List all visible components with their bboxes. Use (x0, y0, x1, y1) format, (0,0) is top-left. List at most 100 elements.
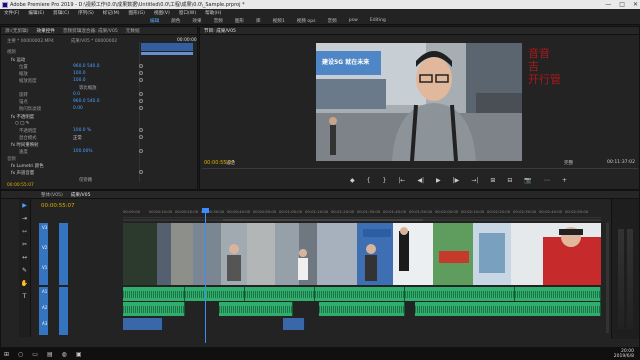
menu-file[interactable]: 文件(F) (4, 10, 19, 16)
track-select-tool-icon[interactable]: ⇥ (22, 215, 27, 222)
reset-icon[interactable] (139, 106, 143, 110)
button-editor-icon[interactable]: + (562, 177, 567, 184)
menu-marker[interactable]: 标记(M) (103, 10, 120, 16)
play-icon[interactable]: ▶ (436, 177, 441, 184)
tab-sequence-v05[interactable]: 成果/V05 (71, 192, 91, 198)
more-icon[interactable]: ⋯ (544, 177, 550, 184)
browser-icon[interactable]: ◍ (62, 351, 67, 358)
audio-clip[interactable] (123, 302, 185, 316)
workspace-psw[interactable]: psw (349, 18, 358, 23)
tab-sequence-overall[interactable]: 整体(V05) (41, 192, 63, 198)
workspace-audio[interactable]: 音频 (214, 18, 223, 24)
step-forward-icon[interactable]: |▶ (453, 177, 460, 184)
clip-bar[interactable] (141, 43, 193, 51)
tab-metadata[interactable]: 元数据 (126, 28, 140, 34)
menu-window[interactable]: 窗口(W) (179, 10, 196, 16)
ec-row-label[interactable]: fx 时间重映射 (11, 142, 39, 148)
workspace-color[interactable]: 颜色 (171, 18, 180, 24)
reset-icon[interactable] (139, 78, 143, 82)
audio-clip[interactable] (315, 287, 405, 301)
menu-help[interactable]: 帮助(H) (205, 10, 221, 16)
menu-view[interactable]: 视图(V) (154, 10, 170, 16)
audio-clip[interactable] (283, 318, 305, 330)
workspace-video1[interactable]: 视频1 (273, 18, 285, 24)
slip-tool-icon[interactable]: ↔ (22, 254, 27, 261)
ec-blend-mode-select[interactable]: 正常 (73, 135, 82, 141)
workspace-edit[interactable]: 编辑 (150, 18, 159, 24)
timeline-scrollbar[interactable] (606, 223, 609, 333)
ec-row-label[interactable]: fx Lumetri 颜色 (11, 163, 44, 169)
export-frame-icon[interactable]: 📷 (524, 177, 531, 184)
tab-program[interactable]: 节目: 成果/V05 (204, 28, 236, 34)
tab-audio-mixer[interactable]: 音频剪辑混合器: 成果/V05 (63, 28, 118, 34)
reset-icon[interactable] (139, 71, 143, 75)
extract-icon[interactable]: ⊟ (507, 177, 512, 184)
premiere-taskbar-icon[interactable]: ▣ (76, 351, 82, 358)
hand-tool-icon[interactable]: ✋ (21, 280, 28, 287)
reset-icon[interactable] (139, 99, 143, 103)
playhead[interactable] (202, 208, 209, 343)
ec-position-value[interactable]: 960.0 540.0 (73, 64, 100, 69)
ec-scale-width-value[interactable]: 100.0 (73, 78, 86, 83)
audio-clip[interactable] (123, 318, 163, 330)
fit-select[interactable]: 适合 (226, 160, 235, 166)
pen-tool-icon[interactable]: ✎ (22, 267, 27, 274)
ec-bypass-checkbox[interactable]: 仅旁路 (79, 177, 92, 183)
mask-tools-icon[interactable]: ○ □ ✎ (15, 121, 29, 126)
quality-select[interactable]: 完整 (564, 160, 573, 166)
go-to-in-icon[interactable]: |← (398, 177, 405, 184)
audio-clip[interactable] (245, 287, 315, 301)
close-button[interactable]: ✕ (633, 1, 638, 8)
menu-graphics[interactable]: 图形(G) (129, 10, 145, 16)
workspace-video-ops[interactable]: 视频 ops (297, 18, 316, 24)
audio-clip[interactable] (515, 287, 601, 301)
audio-clip[interactable] (123, 287, 185, 301)
workspace-graphics[interactable]: 图形 (235, 18, 244, 24)
audio-clip[interactable] (405, 287, 515, 301)
ec-scale-value[interactable]: 100.0 (73, 71, 86, 76)
explorer-icon[interactable]: ▤ (47, 351, 53, 358)
tab-effect-controls[interactable]: 效果控件 (37, 28, 55, 34)
workspace-effects[interactable]: 效果 (192, 18, 201, 24)
ripple-edit-tool-icon[interactable]: ⇿ (22, 228, 27, 235)
track-target-v[interactable] (39, 223, 48, 285)
workspace-editing[interactable]: Editing (370, 18, 386, 23)
audio-clip[interactable] (219, 302, 293, 316)
video-frame[interactable]: 建设5G 就在未来 (316, 43, 522, 161)
type-tool-icon[interactable]: T (23, 293, 27, 300)
windows-start-icon[interactable]: ⊞ (4, 351, 9, 358)
ec-row-label[interactable]: fx 声道音量 (11, 170, 34, 176)
minimize-button[interactable]: — (605, 1, 611, 8)
audio-clip[interactable] (319, 302, 405, 316)
razor-tool-icon[interactable]: ✂ (22, 241, 27, 248)
track-source-v[interactable] (59, 223, 68, 285)
track-target-a[interactable] (39, 287, 48, 335)
audio-clip[interactable] (415, 302, 601, 316)
search-icon[interactable]: ○ (18, 351, 23, 358)
selection-tool-icon[interactable]: ▶ (22, 202, 27, 209)
ec-rotation-value[interactable]: 0.0 (73, 92, 80, 97)
go-to-out-icon[interactable]: →| (471, 177, 478, 184)
program-scrubber[interactable] (202, 168, 638, 172)
menu-sequence[interactable]: 序列(S) (78, 10, 94, 16)
maximize-button[interactable]: □ (619, 1, 625, 8)
reset-icon[interactable] (139, 170, 143, 174)
workspace-audio2[interactable]: 音频 (328, 18, 337, 24)
reset-icon[interactable] (139, 149, 143, 153)
track-source-a[interactable] (59, 287, 68, 335)
workspace-libraries[interactable]: 库 (256, 18, 261, 24)
menu-edit[interactable]: 编辑(E) (28, 10, 44, 16)
reset-icon[interactable] (139, 135, 143, 139)
ec-uniform-scale-checkbox[interactable]: 等比缩放 (79, 85, 97, 91)
audio-clip[interactable] (185, 287, 245, 301)
lift-icon[interactable]: ⊞ (490, 177, 495, 184)
task-view-icon[interactable]: ▭ (32, 351, 38, 358)
mark-out-icon[interactable]: } (382, 177, 386, 184)
timeline-timecode[interactable]: 00:00:55:07 (41, 203, 75, 209)
ec-anchor-value[interactable]: 960.0 540.0 (73, 99, 100, 104)
ec-row-label[interactable]: fx 不透明度 (11, 114, 34, 120)
reset-icon[interactable] (139, 64, 143, 68)
reset-icon[interactable] (139, 92, 143, 96)
tab-source[interactable]: 源:(无剪辑) (5, 28, 29, 34)
step-back-icon[interactable]: ◀| (417, 177, 424, 184)
